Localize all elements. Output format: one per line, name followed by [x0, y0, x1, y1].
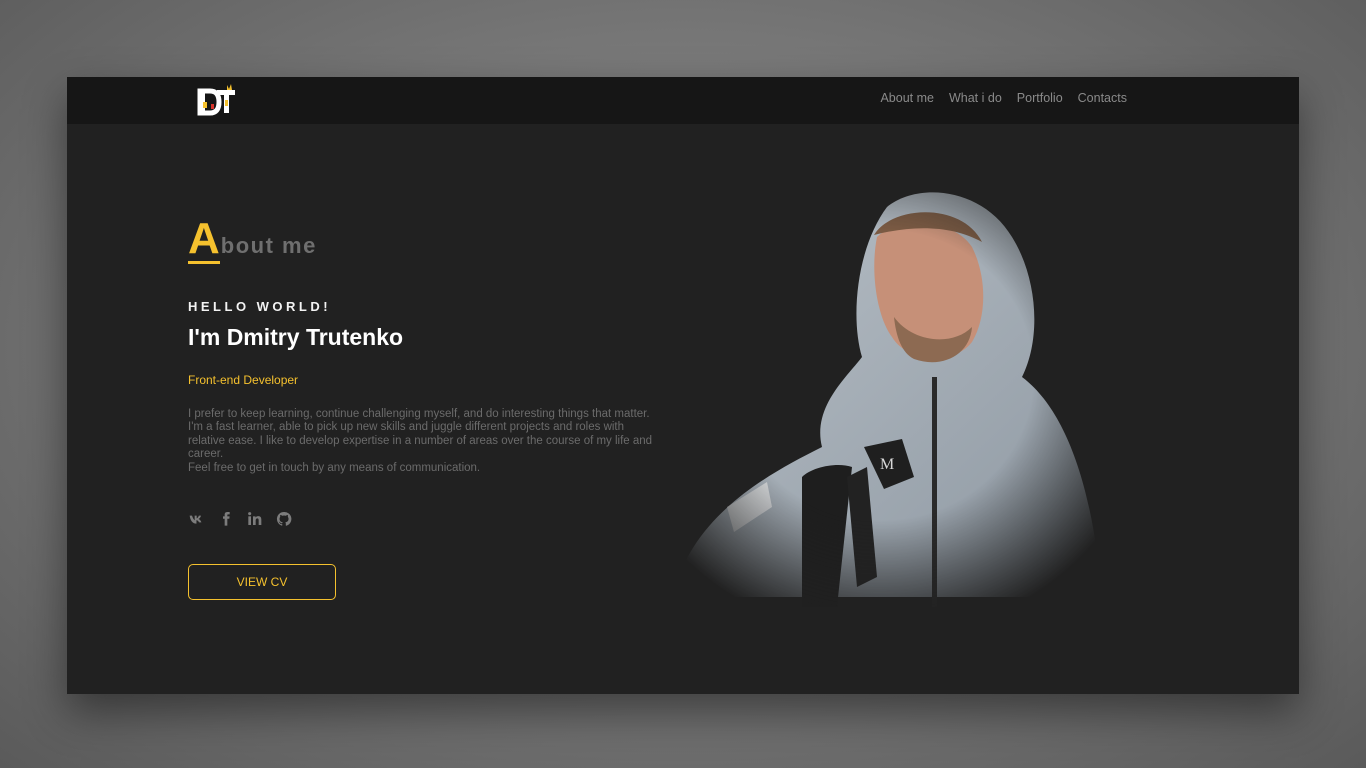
profile-photo: M — [672, 192, 1102, 607]
site-logo[interactable] — [197, 82, 237, 118]
view-cv-button[interactable]: VIEW CV — [188, 564, 336, 600]
section-title-initial: A — [188, 214, 220, 264]
section-title: A bout me — [188, 214, 317, 264]
facebook-icon[interactable] — [217, 510, 234, 527]
bio-paragraph: Feel free to get in touch by any means o… — [188, 461, 481, 474]
nav-portfolio[interactable]: Portfolio — [1017, 91, 1063, 105]
vk-icon[interactable] — [188, 510, 205, 527]
greeting-eyebrow: HELLO WORLD! — [188, 299, 332, 314]
main-navigation: About me What i do Portfolio Contacts — [880, 91, 1127, 105]
bio-paragraph: I prefer to keep learning, continue chal… — [188, 408, 650, 420]
nav-contacts[interactable]: Contacts — [1078, 91, 1127, 105]
nav-what-i-do[interactable]: What i do — [949, 91, 1002, 105]
github-icon[interactable] — [275, 510, 292, 527]
profile-name: I'm Dmitry Trutenko — [188, 324, 404, 350]
profile-role: Front-end Developer — [188, 373, 299, 387]
bio-paragraph: I'm a fast learner, able to pick up new … — [188, 421, 653, 461]
section-title-rest: bout me — [220, 233, 317, 258]
bio-text: I prefer to keep learning, continue chal… — [188, 408, 653, 475]
browser-viewport: About me What i do Portfolio Contacts A … — [67, 77, 1299, 694]
top-navbar: About me What i do Portfolio Contacts — [67, 77, 1299, 124]
svg-text:M: M — [880, 456, 894, 473]
linkedin-icon[interactable] — [246, 510, 263, 527]
nav-about-me[interactable]: About me — [880, 91, 934, 105]
social-links — [188, 510, 292, 527]
